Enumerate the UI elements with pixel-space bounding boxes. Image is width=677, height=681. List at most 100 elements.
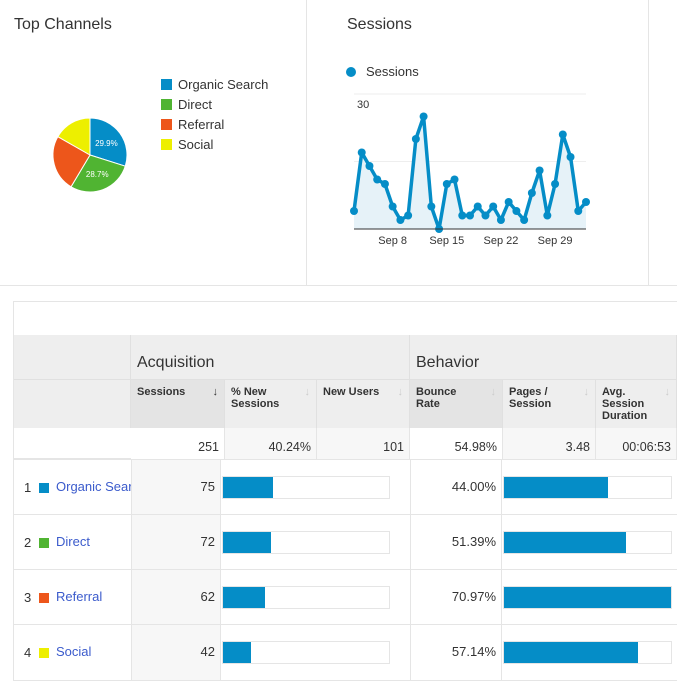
x-tick-label: Sep 22	[483, 235, 518, 247]
sessions-chart-title: Sessions	[347, 16, 412, 33]
legend-item: Organic Search	[161, 74, 268, 94]
sort-arrow-icon: ↓	[212, 386, 219, 398]
row-rank: 1	[24, 480, 32, 495]
pages-session-bar	[503, 586, 672, 609]
sessions-value: 42	[131, 625, 221, 680]
data-point[interactable]	[574, 207, 583, 215]
total-sessions: 251	[131, 428, 225, 459]
legend-label: Social	[178, 136, 214, 152]
sort-arrow-icon: ↓	[664, 386, 671, 398]
new-sessions-bar	[222, 641, 390, 664]
bar-fill	[504, 532, 626, 553]
legend-item: Referral	[161, 114, 268, 134]
column-header-2[interactable]: New Users ↓	[317, 379, 410, 428]
pie-label: 29.9%	[95, 139, 118, 148]
data-point[interactable]	[373, 175, 382, 184]
bar-fill	[504, 642, 638, 663]
column-header-4[interactable]: Pages / Session ↓	[503, 379, 596, 428]
sort-arrow-icon: ↓	[397, 386, 404, 398]
data-point[interactable]	[419, 112, 428, 121]
x-tick-label: Sep 29	[538, 235, 573, 247]
channel-link[interactable]: Organic Search	[56, 479, 131, 494]
data-point[interactable]	[520, 216, 529, 224]
data-point[interactable]	[489, 202, 498, 211]
data-point[interactable]	[427, 202, 436, 211]
total-duration: 00:06:53	[596, 428, 677, 459]
data-point[interactable]	[566, 153, 575, 161]
data-point[interactable]	[466, 211, 474, 220]
data-point[interactable]	[535, 166, 544, 175]
sort-arrow-icon: ↓	[490, 386, 497, 398]
pages-session-bar	[503, 641, 672, 664]
total-bounce: 54.98%	[410, 428, 503, 459]
data-point[interactable]	[350, 207, 358, 215]
x-tick-label: Sep 8	[378, 235, 407, 247]
x-tick-label: Sep 15	[429, 235, 464, 247]
data-point[interactable]	[504, 198, 513, 206]
sort-arrow-icon: ↓	[304, 386, 311, 398]
row-rank: 2	[24, 535, 32, 550]
header-blank	[14, 335, 131, 379]
data-point[interactable]	[543, 211, 552, 220]
channel-link[interactable]: Social	[56, 644, 131, 659]
data-point[interactable]	[411, 135, 420, 143]
data-point[interactable]	[365, 162, 374, 170]
data-point[interactable]	[404, 211, 413, 220]
channel-link[interactable]: Referral	[56, 589, 131, 604]
row-rank: 3	[24, 590, 32, 605]
data-point[interactable]	[481, 211, 490, 220]
data-point[interactable]	[582, 198, 590, 206]
data-point[interactable]	[496, 216, 505, 224]
bar-fill	[504, 587, 671, 608]
pages-session-bar	[503, 476, 672, 499]
column-label: Bounce Rate	[416, 386, 457, 410]
row-rank: 4	[24, 645, 32, 660]
legend-dot-icon	[346, 66, 356, 77]
data-point[interactable]	[388, 202, 397, 211]
bar-fill	[504, 477, 608, 498]
bounce-rate-value: 57.14%	[410, 625, 502, 680]
y-tick-label: 30	[357, 99, 369, 111]
column-header-5[interactable]: Avg. Session Duration ↓	[596, 379, 677, 428]
bar-fill	[223, 532, 272, 553]
pages-session-bar	[503, 531, 672, 554]
column-header-3[interactable]: Bounce Rate ↓	[410, 379, 503, 428]
bar-fill	[223, 642, 252, 663]
panel-divider	[306, 0, 307, 285]
column-label: New Users	[323, 386, 380, 398]
bar-fill	[223, 587, 265, 608]
data-point[interactable]	[527, 189, 536, 197]
legend-label: Referral	[178, 116, 225, 132]
channel-link[interactable]: Direct	[56, 534, 131, 549]
table-row: 3 Referral 62 70.97%	[14, 569, 677, 625]
data-point[interactable]	[458, 211, 467, 220]
new-sessions-bar	[222, 476, 390, 499]
data-point[interactable]	[558, 130, 567, 139]
new-sessions-bar	[222, 586, 390, 609]
data-point[interactable]	[396, 216, 405, 224]
column-header-0[interactable]: Sessions ↓	[131, 379, 225, 428]
column-header-1[interactable]: % New Sessions ↓	[225, 379, 317, 428]
data-point[interactable]	[551, 180, 560, 188]
column-label: Sessions	[137, 386, 186, 398]
total-new_users: 101	[317, 428, 410, 459]
pie-label: 28.7%	[86, 170, 109, 179]
data-point[interactable]	[380, 180, 389, 188]
legend-swatch-icon	[161, 138, 172, 150]
panel-divider	[0, 285, 677, 286]
legend-label: Direct	[178, 96, 212, 112]
data-point[interactable]	[473, 202, 482, 211]
legend-item: Direct	[161, 94, 268, 114]
data-point[interactable]	[450, 175, 459, 184]
top-channels-title: Top Channels	[14, 16, 112, 33]
group-behavior: Behavior	[410, 335, 677, 379]
column-label: Avg. Session Duration	[602, 386, 648, 422]
data-point[interactable]	[442, 180, 451, 188]
data-point[interactable]	[512, 207, 521, 215]
sessions-line-chart: 3015Sep 8Sep 15Sep 22Sep 29	[350, 93, 590, 247]
table-row: 2 Direct 72 51.39%	[14, 514, 677, 570]
sessions-value: 75	[131, 460, 221, 515]
legend-label: Sessions	[366, 64, 419, 79]
legend-label: Organic Search	[178, 76, 269, 92]
data-point[interactable]	[357, 148, 366, 157]
